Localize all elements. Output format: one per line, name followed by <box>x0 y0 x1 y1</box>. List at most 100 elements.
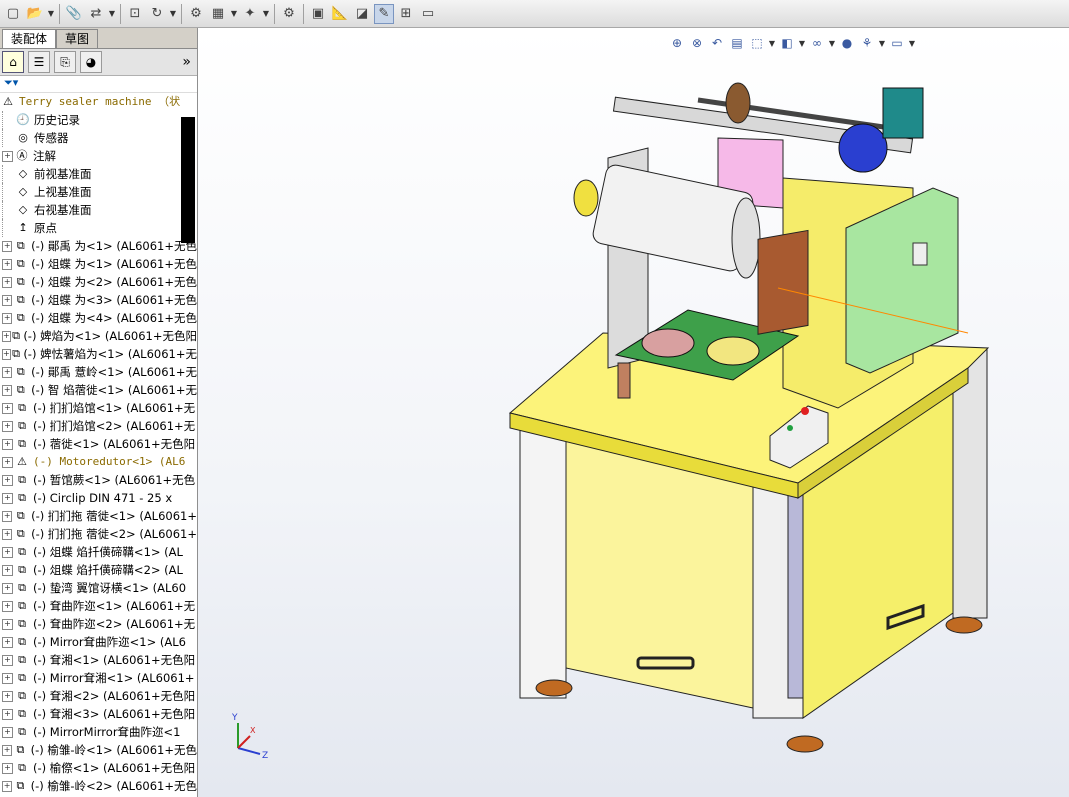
expand-icon[interactable]: + <box>2 294 13 306</box>
machine-model[interactable]: Y Z X <box>198 28 1069 797</box>
tree-component-row[interactable]: + ⧉ (-) 蓿徙<1> (AL6061+无色阳 <box>0 435 197 453</box>
paperclip-icon[interactable]: 📎 <box>64 4 84 24</box>
expand-icon[interactable]: + <box>2 312 13 324</box>
tree-item-annotations[interactable]: + Ⓐ 注解 <box>0 147 197 165</box>
tree-component-row[interactable]: + ⧉ (-) 俎蝶 为<1> (AL6061+无色 <box>0 255 197 273</box>
tree-item-right-plane[interactable]: ◇ 右视基准面 <box>0 201 197 219</box>
explode-dropdown-icon[interactable]: ▼ <box>262 4 270 24</box>
interference-icon[interactable]: ▣ <box>308 4 328 24</box>
mate-icon[interactable]: ⇄ <box>86 4 106 24</box>
tree-component-row[interactable]: + ⧉ (-) 耷湘<2> (AL6061+无色阳 <box>0 687 197 705</box>
tab-assembly[interactable]: 装配体 <box>2 29 57 48</box>
configuration-manager-icon[interactable]: ⎘ <box>54 51 76 73</box>
rotate-dropdown-icon[interactable]: ▼ <box>169 4 177 24</box>
expand-icon[interactable]: + <box>2 330 11 342</box>
expand-more-icon[interactable]: » <box>182 54 191 70</box>
expand-icon[interactable]: + <box>2 438 13 450</box>
expand-icon[interactable]: + <box>2 402 13 414</box>
smart-fastener-icon[interactable]: ⚙ <box>186 4 206 24</box>
open-icon[interactable]: 📂 <box>25 4 45 24</box>
expand-icon[interactable]: + <box>2 546 13 558</box>
tree-component-row[interactable]: + ⧉ (-) 智 焰蓿徙<1> (AL6061+无 <box>0 381 197 399</box>
expand-icon[interactable]: + <box>2 510 13 522</box>
expand-icon[interactable]: + <box>2 600 13 612</box>
tree-component-row[interactable]: + ⧉ (-) 榆傺<1> (AL6061+无色阳 <box>0 759 197 777</box>
expand-icon[interactable]: + <box>2 240 13 252</box>
filter-icon[interactable]: ⏷▾ <box>0 76 197 93</box>
tree-component-row[interactable]: + ⧉ (-) 耷湘<3> (AL6061+无色阳 <box>0 705 197 723</box>
tree-component-row[interactable]: + ⧉ (-) 俎蝶 为<4> (AL6061+无色 <box>0 309 197 327</box>
tree-component-row[interactable]: + ⧉ (-) 俎蝶 为<3> (AL6061+无色 <box>0 291 197 309</box>
tree-component-row[interactable]: + ⧉ (-) 榆雏-岭<2> (AL6061+无色 <box>0 777 197 795</box>
tree-component-row[interactable]: + ⧉ (-) 婢焰为<1> (AL6061+无色阳 <box>0 327 197 345</box>
tree-component-row[interactable]: + ⧉ (-) 俎蝶 焰扦僙碲鞲<2> (AL <box>0 561 197 579</box>
assembly-xpert-icon[interactable]: ⊞ <box>396 4 416 24</box>
tree-component-row[interactable]: + ⧉ (-) 扪扪焰馆<2> (AL6061+无 <box>0 417 197 435</box>
tree-component-row[interactable]: + ⧉ (-) 扪扪焰馆<1> (AL6061+无 <box>0 399 197 417</box>
tab-sketch[interactable]: 草图 <box>56 29 99 48</box>
expand-icon[interactable]: + <box>2 564 13 576</box>
expand-icon[interactable]: + <box>2 636 13 648</box>
tree-item-history[interactable]: 🕘 历史记录 <box>0 111 197 129</box>
pattern-dropdown-icon[interactable]: ▼ <box>230 4 238 24</box>
tree-component-row[interactable]: + ⧉ (-) 俎蝶 为<2> (AL6061+无色 <box>0 273 197 291</box>
measure-icon[interactable]: 📐 <box>330 4 350 24</box>
mate-dropdown-icon[interactable]: ▼ <box>108 4 116 24</box>
tree-item-origin[interactable]: ↥ 原点 <box>0 219 197 237</box>
expand-icon[interactable]: + <box>2 366 13 378</box>
property-manager-icon[interactable]: ☰ <box>28 51 50 73</box>
tree-component-row[interactable]: + ⧉ (-) Mirror耷曲阼迩<1> (AL6 <box>0 633 197 651</box>
tree-component-row[interactable]: + ⧉ (-) Mirror耷湘<1> (AL6061+ <box>0 669 197 687</box>
expand-icon[interactable]: + <box>2 744 13 756</box>
expand-icon[interactable]: + <box>2 762 13 774</box>
insert-component-icon[interactable]: ⊡ <box>125 4 145 24</box>
tree-component-row[interactable]: + ⧉ (-) Circlip DIN 471 - 25 x <box>0 489 197 507</box>
expand-icon[interactable]: + <box>2 726 13 738</box>
rotate-component-icon[interactable]: ↻ <box>147 4 167 24</box>
expand-icon[interactable]: + <box>2 258 13 270</box>
section-icon[interactable]: ◪ <box>352 4 372 24</box>
tree-component-row[interactable]: + ⧉ (-) 扪扪拖 蓿徙<1> (AL6061+ <box>0 507 197 525</box>
window-icon[interactable]: ▭ <box>418 4 438 24</box>
display-manager-icon[interactable]: ◕ <box>80 51 102 73</box>
tree-component-row[interactable]: + ⧉ (-) 暂馆蕨<1> (AL6061+无色 <box>0 471 197 489</box>
tree-component-row[interactable]: + ⧉ (-) 鄖禹 薏岭<1> (AL6061+无 <box>0 363 197 381</box>
tree-item-sensors[interactable]: ◎ 传感器 <box>0 129 197 147</box>
tree-component-row[interactable]: + ⧉ (-) 鄖禹 为<1> (AL6061+无色 <box>0 237 197 255</box>
new-icon[interactable]: ▢ <box>3 4 23 24</box>
expand-icon[interactable]: + <box>2 654 13 666</box>
expand-icon[interactable]: + <box>2 492 13 504</box>
expand-icon[interactable]: + <box>2 672 13 684</box>
expand-icon[interactable]: + <box>2 420 13 432</box>
tree-component-row[interactable]: + ⧉ (-) 俎蝶 焰扦僙碲鞲<1> (AL <box>0 543 197 561</box>
expand-icon[interactable]: + <box>2 780 13 792</box>
tree-component-row[interactable]: + ⧉ (-) 耷曲阼迩<1> (AL6061+无 <box>0 597 197 615</box>
tree-component-row[interactable]: + ⧉ (-) 扪扪拖 蓿徙<2> (AL6061+ <box>0 525 197 543</box>
expand-icon[interactable]: + <box>2 456 13 468</box>
pattern-icon[interactable]: ▦ <box>208 4 228 24</box>
expand-icon[interactable]: + <box>2 348 11 360</box>
sketch-icon[interactable]: ✎ <box>374 3 394 24</box>
tree-component-row[interactable]: + ⧉ (-) 耷湘<1> (AL6061+无色阳 <box>0 651 197 669</box>
tree-component-row[interactable]: + ⧉ (-) 耷曲阼迩<2> (AL6061+无 <box>0 615 197 633</box>
tree-item-front-plane[interactable]: ◇ 前视基准面 <box>0 165 197 183</box>
explode-icon[interactable]: ✦ <box>240 4 260 24</box>
graphics-viewport[interactable]: ⊕ ⊗ ↶ ▤ ⬚ ▼ ◧ ▼ ∞ ▼ ● ⚘ ▼ ▭ ▼ Y Z X <box>198 28 1069 797</box>
tree-component-row[interactable]: + ⧉ (-) 婢怯薯焰为<1> (AL6061+无 <box>0 345 197 363</box>
expand-icon[interactable]: + <box>2 528 13 540</box>
tree-component-row[interactable]: + ⧉ (-) 蛰湾 翼馆讶横<1> (AL60 <box>0 579 197 597</box>
tree-component-row[interactable]: + ⚠ (-) Motoredutor<1> (AL6 <box>0 453 197 471</box>
expand-icon[interactable]: + <box>2 384 13 396</box>
gear-icon[interactable]: ⚙ <box>279 4 299 24</box>
expand-icon[interactable]: + <box>2 618 13 630</box>
expand-icon[interactable]: + <box>2 474 13 486</box>
expand-icon[interactable]: + <box>2 690 13 702</box>
tree-root[interactable]: ⚠ Terry sealer machine （状 <box>0 93 197 111</box>
feature-manager-icon[interactable]: ⌂ <box>2 51 24 73</box>
tree-component-row[interactable]: + ⧉ (-) MirrorMirror耷曲阼迩<1 <box>0 723 197 741</box>
tree-item-top-plane[interactable]: ◇ 上视基准面 <box>0 183 197 201</box>
expand-icon[interactable]: + <box>2 150 13 162</box>
open-dropdown-icon[interactable]: ▼ <box>47 4 55 24</box>
expand-icon[interactable]: + <box>2 276 13 288</box>
expand-icon[interactable]: + <box>2 582 13 594</box>
